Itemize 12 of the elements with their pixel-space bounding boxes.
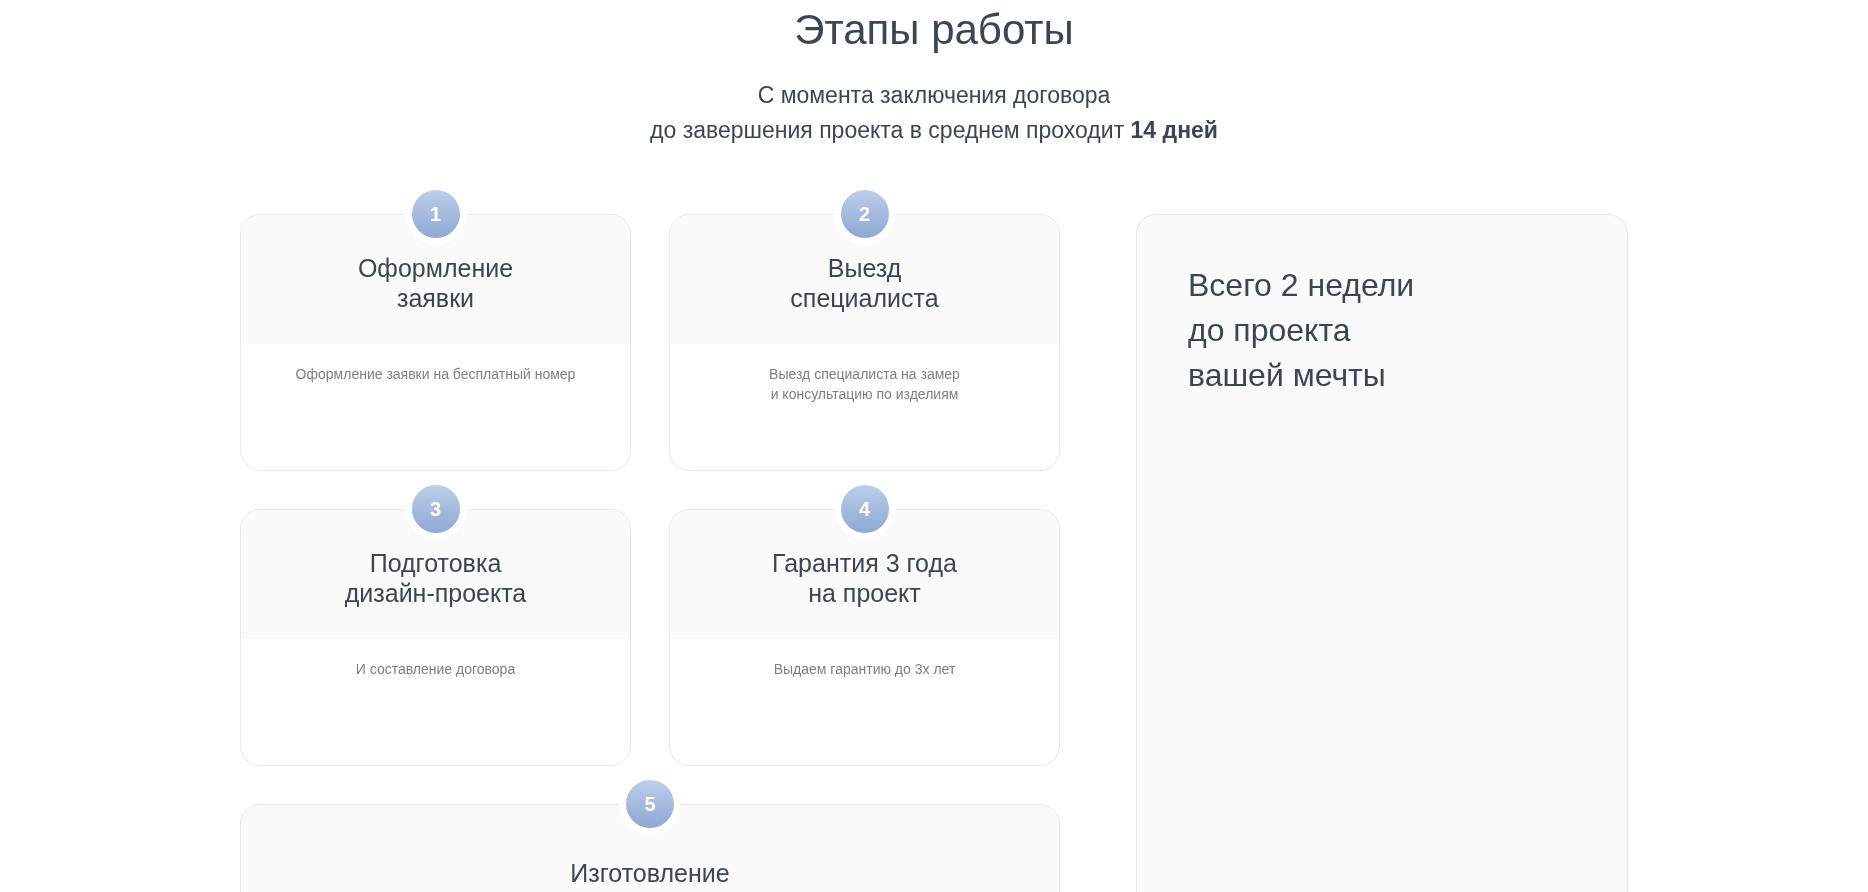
step-title: Выезд специалиста [790,252,939,313]
step-description: Оформление заявки на бесплатный номер [294,365,577,384]
step-title: Изготовление [570,857,730,888]
section-subtitle: С момента заключения договора до завершения проекта в среднем проходит 14 дней [650,81,1218,145]
step-description: Выезд специалиста на замер и консультацию по изделиям [768,365,961,404]
summary-text: Всего 2 недели до проекта вашей мечты [1188,266,1416,395]
step-description: И составление договора [354,660,517,679]
section-heading: Этапы работы [794,5,1074,55]
step-title: Подготовка дизайн-проекта [344,547,527,608]
step-description: Выдаем гарантию до 3х лет [772,660,957,679]
step-title: Оформление заявки [357,252,514,313]
step-title: Гарантия 3 года на проект [772,547,957,608]
